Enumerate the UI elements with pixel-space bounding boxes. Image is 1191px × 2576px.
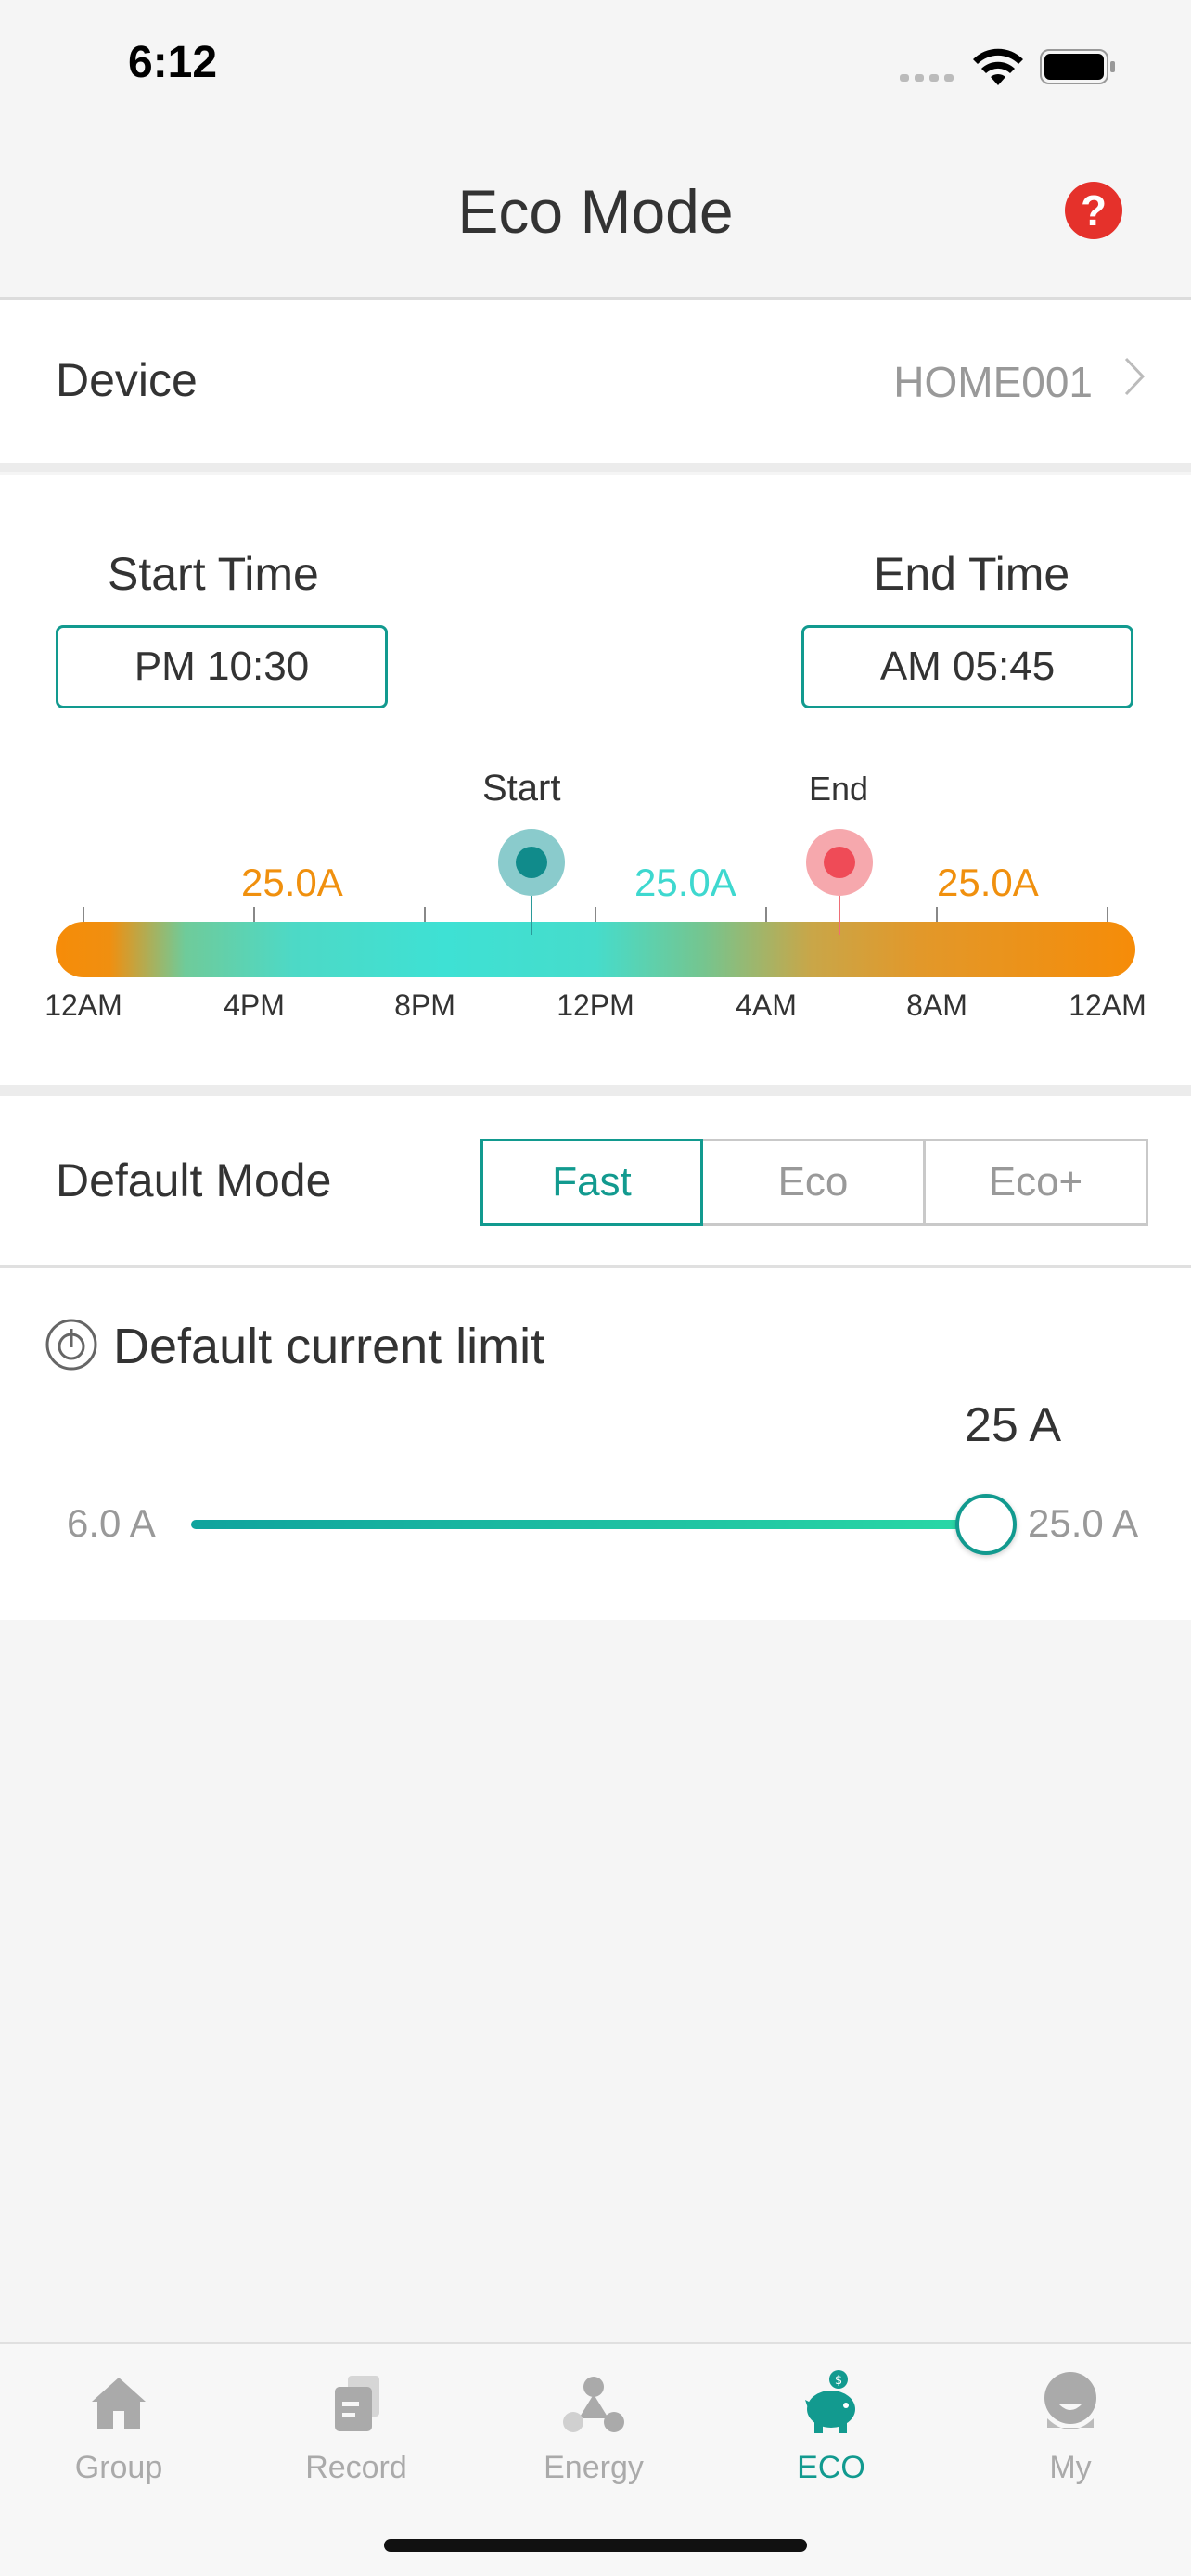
current-limit-icon: [45, 1319, 97, 1371]
timeline-tick: [424, 907, 426, 922]
status-time: 6:12: [128, 38, 218, 87]
end-marker-dot: [824, 847, 855, 878]
svg-text:$: $: [835, 2374, 842, 2388]
timeline-tick: [765, 907, 767, 922]
start-marker-dot: [516, 847, 547, 878]
end-marker-stem: [839, 896, 840, 935]
tab-label: Energy: [544, 2450, 644, 2485]
battery-icon: [1040, 49, 1115, 84]
tab-my[interactable]: My: [950, 2366, 1191, 2486]
slider-max-label: 25.0 A: [1028, 1501, 1139, 1545]
wifi-icon: [973, 48, 1023, 85]
slider-min-label: 6.0 A: [67, 1501, 156, 1545]
section-divider: [0, 1085, 1191, 1096]
current-limit-card: Default current limit 25 A 6.0 A 25.0 A: [0, 1268, 1191, 1620]
tick-label: 4AM: [736, 988, 797, 1022]
tab-label: My: [1049, 2450, 1092, 2485]
page-title: Eco Mode: [457, 177, 734, 246]
mode-fast-button[interactable]: Fast: [480, 1139, 703, 1226]
tab-label: ECO: [797, 2450, 865, 2485]
chevron-right-icon: [1124, 357, 1146, 396]
device-row[interactable]: Device HOME001: [0, 300, 1191, 463]
tab-label: Record: [305, 2450, 407, 2485]
home-indicator: [384, 2539, 807, 2552]
device-value: HOME001: [893, 358, 1093, 406]
start-marker-label: Start: [482, 768, 561, 809]
timeline-tick: [595, 907, 596, 922]
start-time-label: Start Time: [108, 548, 319, 600]
amp-label-eco: 25.0A: [634, 861, 736, 904]
section-divider: [0, 463, 1191, 472]
tab-eco[interactable]: $ ECO: [712, 2366, 950, 2486]
help-button[interactable]: ?: [1065, 182, 1122, 239]
tab-label: Group: [74, 2450, 163, 2485]
end-time-label: End Time: [874, 548, 1070, 600]
start-marker-stem: [531, 896, 532, 935]
tick-label: 12AM: [1069, 988, 1146, 1022]
timeline-tick: [936, 907, 938, 922]
default-mode-label: Default Mode: [56, 1154, 332, 1206]
amp-label-before: 25.0A: [241, 861, 343, 904]
record-icon: [335, 2376, 379, 2431]
tab-energy[interactable]: Energy: [475, 2366, 712, 2486]
tick-label: 4PM: [224, 988, 285, 1022]
signal-icon: [900, 74, 954, 82]
timeline-tick: [1107, 907, 1108, 922]
end-marker-label: End: [809, 770, 869, 808]
slider-thumb[interactable]: [955, 1494, 1017, 1555]
timeline-tick: [253, 907, 255, 922]
tick-label: 8AM: [906, 988, 967, 1022]
schedule-card: Start Time End Time PM 10:30 AM 05:45 St…: [0, 475, 1191, 1085]
mode-eco-button[interactable]: Eco: [703, 1139, 926, 1226]
end-time-picker[interactable]: AM 05:45: [801, 625, 1133, 708]
current-limit-value: 25 A: [965, 1398, 1062, 1452]
piggy-bank-icon: $: [805, 2370, 855, 2433]
home-icon: [92, 2378, 146, 2429]
device-label: Device: [56, 354, 198, 406]
timeline-tick: [83, 907, 84, 922]
tick-label: 12PM: [557, 988, 634, 1022]
tick-label: 8PM: [394, 988, 455, 1022]
tick-label: 12AM: [45, 988, 122, 1022]
amp-label-after: 25.0A: [937, 861, 1039, 904]
tab-record[interactable]: Record: [237, 2366, 475, 2486]
current-limit-slider[interactable]: [191, 1520, 987, 1529]
timeline-bar[interactable]: [56, 922, 1135, 977]
user-icon: [1044, 2372, 1096, 2429]
start-time-picker[interactable]: PM 10:30: [56, 625, 388, 708]
tab-group[interactable]: Group: [0, 2366, 237, 2486]
energy-icon: [563, 2377, 624, 2432]
default-mode-row: Default Mode Fast Eco Eco+: [0, 1096, 1191, 1265]
current-limit-title: Default current limit: [113, 1319, 545, 1374]
mode-eco-plus-button[interactable]: Eco+: [926, 1139, 1148, 1226]
